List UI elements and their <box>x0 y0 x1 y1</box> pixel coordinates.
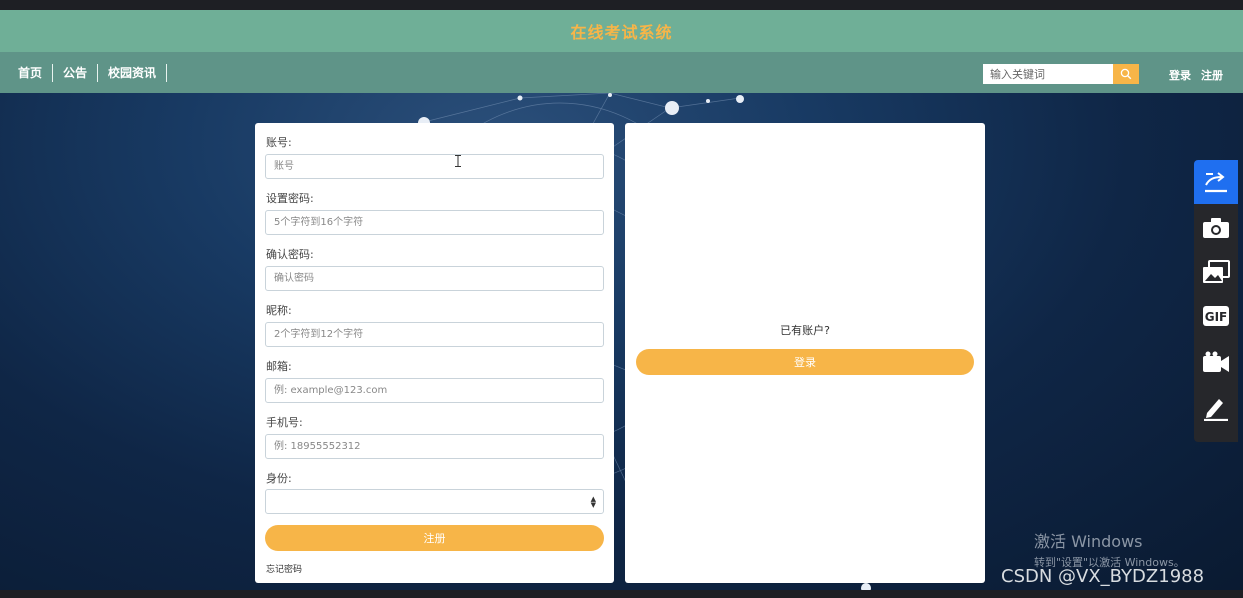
window-top-strip <box>0 0 1243 10</box>
nickname-label: 昵称: <box>266 304 292 317</box>
text-cursor-icon <box>455 155 461 167</box>
nav-item-home[interactable]: 首页 <box>8 64 54 82</box>
phone-label: 手机号: <box>266 416 303 429</box>
csdn-watermark: CSDN @VX_BYDZ1988 <box>1001 566 1205 587</box>
network-background <box>0 93 1243 590</box>
nav-links: 首页 公告 校园资讯 <box>8 64 168 82</box>
account-label: 账号: <box>266 136 292 149</box>
share-icon <box>1205 172 1227 193</box>
network-graphic <box>379 93 871 590</box>
have-account-prompt: 已有账户? <box>780 324 830 337</box>
title-bar: 在线考试系统 <box>0 10 1243 52</box>
identity-label: 身份: <box>266 472 292 485</box>
site-title: 在线考试系统 <box>570 23 673 42</box>
register-form-card: 账号: 设置密码: 确认密码: 昵称: 邮箱: 手机号: 身份: ▲▼ 注册 忘… <box>255 123 614 583</box>
tool-camera[interactable] <box>1194 206 1238 250</box>
nav-item-announcement[interactable]: 公告 <box>53 64 99 82</box>
select-arrows-icon: ▲ ▼ <box>590 495 596 509</box>
register-submit-button[interactable]: 注册 <box>265 525 604 551</box>
windows-activation-watermark: 激活 Windows 转到"设置"以激活 Windows。 <box>1034 528 1185 570</box>
auth-links: 登录 注册 <box>1169 67 1223 83</box>
pen-icon <box>1204 399 1228 421</box>
search-icon <box>1120 68 1132 80</box>
confirm-password-input[interactable] <box>265 266 604 291</box>
password-label: 设置密码: <box>266 192 314 205</box>
tool-video[interactable] <box>1194 340 1238 384</box>
svg-text:GIF: GIF <box>1205 310 1228 324</box>
confirm-password-label: 确认密码: <box>266 248 314 261</box>
account-input[interactable] <box>265 154 604 179</box>
login-panel-card: 已有账户? 登录 <box>625 123 985 583</box>
phone-input[interactable] <box>265 434 604 459</box>
video-icon <box>1203 351 1229 372</box>
forgot-password-link[interactable]: 忘记密码 <box>266 562 302 575</box>
header-register-link[interactable]: 注册 <box>1201 67 1223 83</box>
search-box <box>983 64 1139 84</box>
nav-item-campus-news[interactable]: 校园资讯 <box>98 64 168 82</box>
windows-activation-title: 激活 Windows <box>1034 532 1143 551</box>
search-button[interactable] <box>1113 64 1139 84</box>
camera-icon <box>1203 218 1229 238</box>
gif-icon: GIF <box>1203 306 1229 326</box>
tool-gallery[interactable] <box>1194 250 1238 294</box>
tool-gif[interactable]: GIF <box>1194 294 1238 338</box>
header-login-link[interactable]: 登录 <box>1169 67 1191 83</box>
email-input[interactable] <box>265 378 604 403</box>
password-input[interactable] <box>265 210 604 235</box>
tool-share[interactable] <box>1194 160 1238 204</box>
email-label: 邮箱: <box>266 360 292 373</box>
login-button[interactable]: 登录 <box>636 349 974 375</box>
window-bottom-strip <box>0 590 1243 598</box>
tool-pen[interactable] <box>1194 386 1238 430</box>
search-input[interactable] <box>983 64 1113 84</box>
nickname-input[interactable] <box>265 322 604 347</box>
gallery-icon <box>1203 260 1230 283</box>
side-toolbar: GIF <box>1194 160 1238 442</box>
identity-select[interactable]: ▲ ▼ <box>265 489 604 514</box>
